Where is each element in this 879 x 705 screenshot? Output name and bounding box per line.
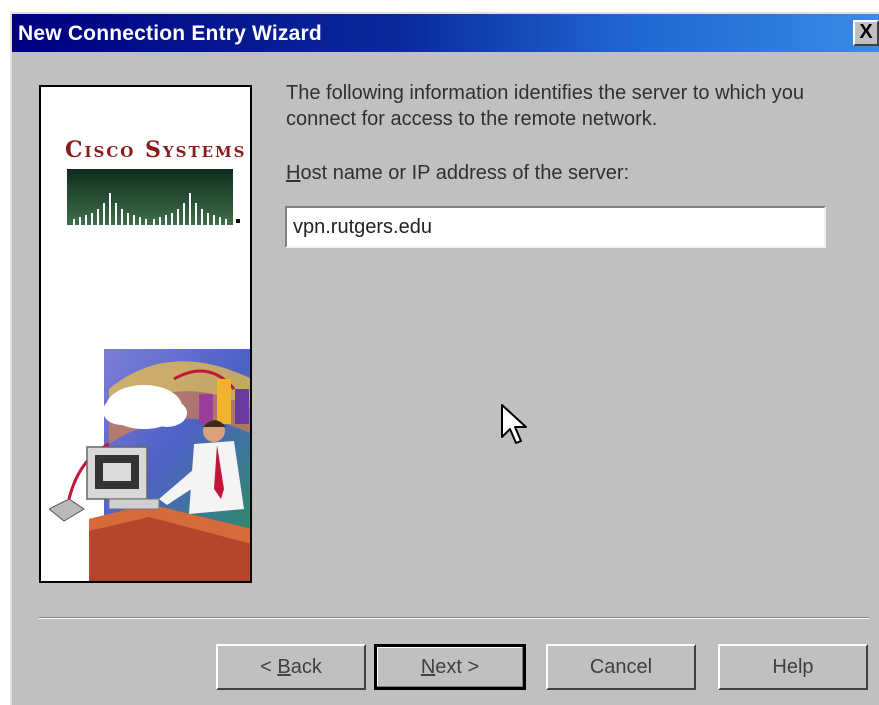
back-button[interactable]: < Back (216, 644, 366, 690)
next-label: ext > (435, 656, 480, 678)
description-text: The following information identifies the… (286, 82, 805, 130)
next-accelerator: N (420, 656, 436, 678)
cancel-button[interactable]: Cancel (546, 644, 696, 690)
host-label-text: ost name or IP address of the server: (300, 162, 630, 184)
person-computer-network-illustration (49, 349, 250, 581)
cisco-logo: Cisco Systems (65, 137, 247, 163)
help-button[interactable]: Help (718, 644, 868, 690)
wizard-window: New Connection Entry Wizard X Cisco Syst… (10, 12, 879, 705)
host-address-input[interactable] (285, 206, 826, 248)
back-accelerator: B (277, 656, 291, 678)
cisco-bridge-logo-icon (67, 169, 240, 225)
arrow-cursor-icon (501, 404, 527, 444)
back-label: ack (290, 656, 322, 678)
host-field-label: Host name or IP address of the server: (286, 162, 629, 185)
close-icon: X (859, 21, 873, 43)
window-title: New Connection Entry Wizard (18, 22, 322, 45)
separator-line (39, 617, 869, 619)
title-bar[interactable]: New Connection Entry Wizard X (12, 14, 879, 52)
wizard-side-panel: Cisco Systems (39, 85, 252, 583)
close-button[interactable]: X (853, 20, 879, 46)
back-prefix: < (260, 656, 278, 678)
next-button[interactable]: Next > (374, 644, 526, 690)
host-label-accelerator: H (286, 162, 301, 184)
